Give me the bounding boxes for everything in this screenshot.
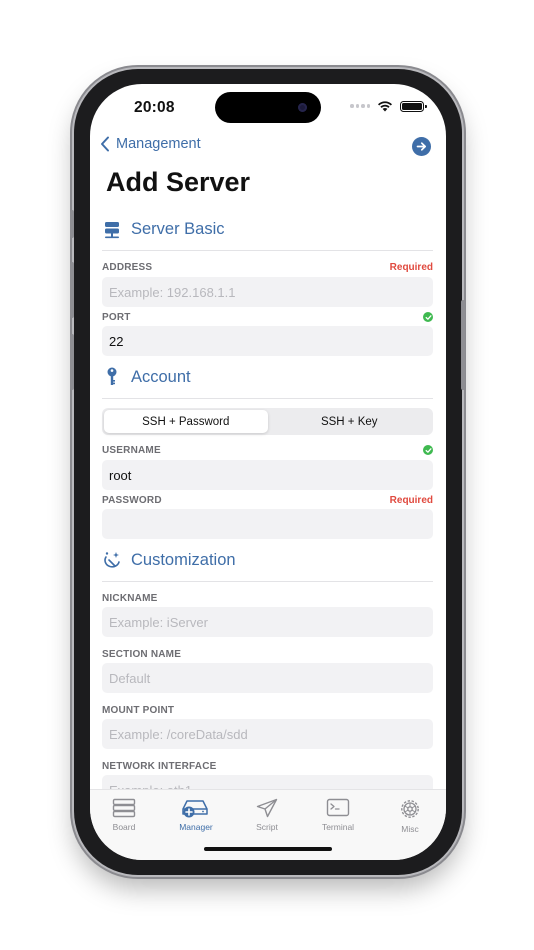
battery-icon <box>400 100 427 112</box>
section-title: Customization <box>131 550 236 569</box>
page-title: Add Server <box>106 167 251 197</box>
mount-point-label: MOUNT POINT <box>102 704 175 716</box>
password-label-row: PASSWORD Required <box>102 493 433 507</box>
power-button <box>461 300 465 390</box>
network-interface-label-row: NETWORK INTERFACE <box>102 759 433 773</box>
wand-and-stars-icon <box>102 550 122 570</box>
home-indicator <box>204 847 332 851</box>
chevron-left-icon <box>101 136 109 152</box>
password-field[interactable] <box>102 509 433 539</box>
segment-ssh-password[interactable]: SSH + Password <box>104 410 268 433</box>
password-input[interactable] <box>109 516 433 532</box>
screen: 20:08 Management Add Server Server Basic… <box>90 84 446 860</box>
username-label-row: USERNAME <box>102 443 433 457</box>
status-time: 20:08 <box>134 99 175 116</box>
nickname-label: NICKNAME <box>102 592 158 604</box>
terminal-icon <box>326 798 350 817</box>
wifi-icon <box>378 101 392 112</box>
auth-method-segmented-control: SSH + Password SSH + Key <box>102 408 433 435</box>
drive-add-icon <box>182 800 208 818</box>
server-rack-icon <box>112 798 136 818</box>
username-label: USERNAME <box>102 444 161 456</box>
tab-board[interactable]: Board <box>94 798 154 832</box>
section-title: Account <box>131 367 191 386</box>
mount-point-input[interactable] <box>109 726 433 742</box>
camera-icon <box>298 103 307 112</box>
check-icon <box>423 312 433 322</box>
section-name-input[interactable] <box>109 670 433 686</box>
section-name-label: SECTION NAME <box>102 648 182 660</box>
tab-label: Manager <box>179 822 213 832</box>
tab-label: Misc <box>401 824 419 834</box>
segment-ssh-key[interactable]: SSH + Key <box>268 410 432 433</box>
section-header-server-basic: Server Basic <box>102 220 433 239</box>
required-badge: Required <box>389 494 433 506</box>
port-field[interactable] <box>102 326 433 356</box>
tab-manager[interactable]: Manager <box>166 798 226 832</box>
paper-plane-icon <box>256 798 278 818</box>
port-label: PORT <box>102 311 131 323</box>
nickname-label-row: NICKNAME <box>102 591 433 605</box>
section-name-label-row: SECTION NAME <box>102 647 433 661</box>
section-header-customization: Customization <box>102 550 433 570</box>
divider <box>102 398 433 399</box>
status-indicators <box>350 100 427 112</box>
address-label-row: ADDRESS Required <box>102 260 433 274</box>
tab-label: Terminal <box>321 822 355 832</box>
address-label: ADDRESS <box>102 261 153 273</box>
gear-icon <box>401 800 419 818</box>
divider <box>102 250 433 251</box>
network-interface-label: NETWORK INTERFACE <box>102 760 217 772</box>
tab-label: Script <box>256 822 278 832</box>
back-button[interactable]: Management <box>100 136 201 152</box>
volume-down-button <box>70 334 74 390</box>
check-icon <box>423 445 433 455</box>
cellular-signal-icon <box>350 104 370 108</box>
port-label-row: PORT <box>102 310 433 324</box>
nickname-input[interactable] <box>109 614 433 630</box>
arrow-right-icon <box>416 142 427 151</box>
section-header-account: Account <box>102 367 433 387</box>
tab-terminal[interactable]: Terminal <box>308 798 368 832</box>
volume-up-button <box>70 262 74 318</box>
password-label: PASSWORD <box>102 494 162 506</box>
navigation-bar: Management <box>90 134 446 158</box>
tab-misc[interactable]: Misc <box>380 798 440 834</box>
server-icon <box>102 221 122 239</box>
address-field[interactable] <box>102 277 433 307</box>
tab-label: Board <box>112 822 136 832</box>
back-label: Management <box>116 136 201 152</box>
username-input[interactable] <box>109 467 433 483</box>
tab-script[interactable]: Script <box>237 798 297 832</box>
address-input[interactable] <box>109 284 433 300</box>
port-input[interactable] <box>109 333 433 349</box>
dynamic-island <box>215 92 321 123</box>
mount-point-label-row: MOUNT POINT <box>102 703 433 717</box>
required-badge: Required <box>389 261 433 273</box>
section-title: Server Basic <box>131 220 225 238</box>
section-name-field[interactable] <box>102 663 433 693</box>
mount-point-field[interactable] <box>102 719 433 749</box>
divider <box>102 581 433 582</box>
key-icon <box>102 367 122 387</box>
nickname-field[interactable] <box>102 607 433 637</box>
action-button <box>70 210 74 238</box>
username-field[interactable] <box>102 460 433 490</box>
continue-button[interactable] <box>412 137 431 156</box>
